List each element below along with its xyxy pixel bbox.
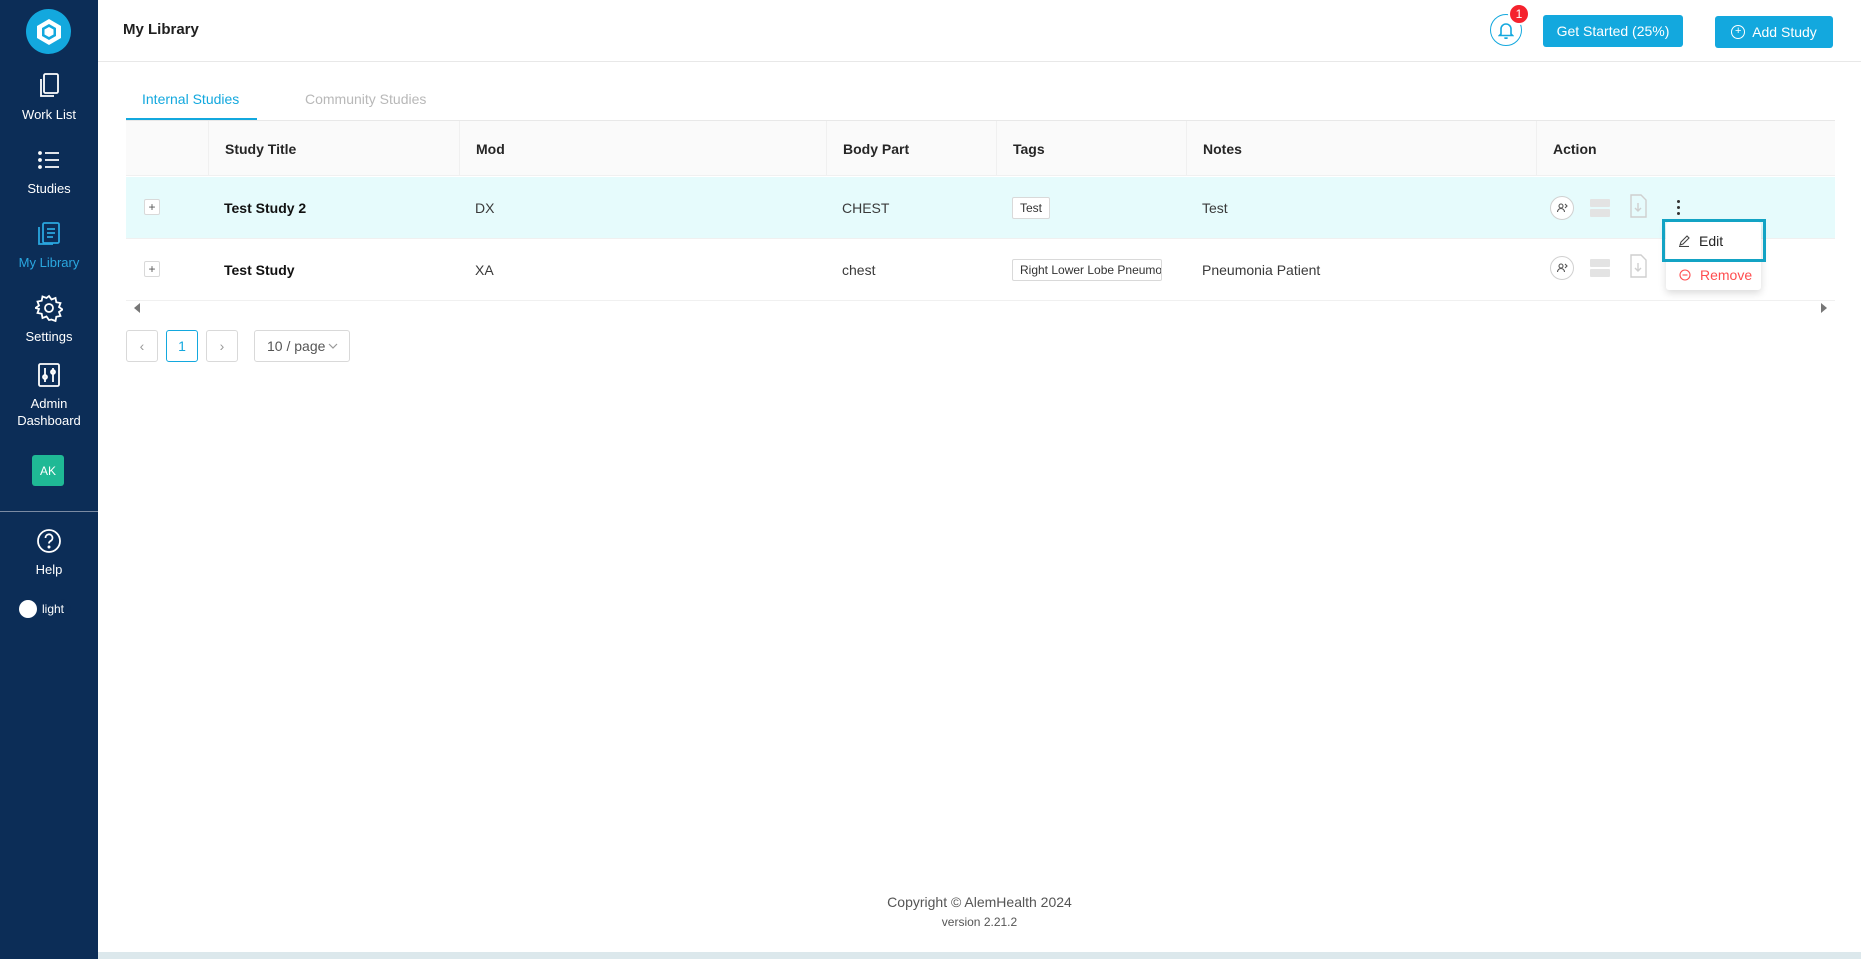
sidebar-item-studies[interactable]: Studies <box>0 146 98 197</box>
tab-internal-studies[interactable]: Internal Studies <box>142 91 239 107</box>
table-row[interactable]: + Test Study XA chest Right Lower Lobe P… <box>126 239 1835 301</box>
page-size-value: 10 / page <box>267 338 326 354</box>
table-row[interactable]: + Test Study 2 DX CHEST Test Test <box>126 177 1835 239</box>
chevron-down-icon <box>328 343 338 349</box>
tag: Test <box>1012 197 1051 219</box>
sidebar: Work List Studies My Library Settings Ad… <box>0 0 98 959</box>
download-button[interactable] <box>1626 254 1650 278</box>
edit-menu-item[interactable]: Edit <box>1662 219 1766 262</box>
theme-label: light <box>42 602 65 616</box>
server-button[interactable] <box>1588 196 1612 220</box>
server-icon <box>1590 199 1610 217</box>
study-title-cell: Test Study <box>224 262 295 278</box>
copy-icon <box>37 72 61 100</box>
sidebar-item-work-list[interactable]: Work List <box>0 72 98 123</box>
active-tab-indicator <box>126 118 257 120</box>
sidebar-divider <box>0 511 98 512</box>
header: My Library 1 Get Started (25%) + Add Stu… <box>98 0 1861 62</box>
download-button[interactable] <box>1626 194 1650 218</box>
page-number-button[interactable]: 1 <box>166 330 198 362</box>
notes-cell: Pneumonia Patient <box>1202 262 1321 278</box>
remove-menu-item[interactable]: Remove <box>1666 260 1761 290</box>
more-actions-button[interactable] <box>1673 195 1683 219</box>
library-icon <box>36 220 62 248</box>
avatar[interactable]: AK <box>32 455 64 486</box>
next-page-button[interactable]: › <box>206 330 238 362</box>
add-study-label: Add Study <box>1752 24 1817 40</box>
bottom-bar <box>98 952 1861 959</box>
mod-cell: XA <box>475 262 494 278</box>
column-header-study-title[interactable]: Study Title <box>208 121 459 176</box>
tag: Right Lower Lobe Pneumonia <box>1012 259 1162 281</box>
sidebar-item-label: Help <box>35 562 63 577</box>
column-header-notes[interactable]: Notes <box>1186 121 1536 176</box>
gear-icon <box>35 294 63 322</box>
horizontal-scrollbar[interactable] <box>126 300 1835 316</box>
sliders-icon <box>37 361 61 389</box>
sidebar-item-my-library[interactable]: My Library <box>0 220 98 271</box>
sidebar-item-label: Settings <box>25 329 73 344</box>
chevron-left-icon: ‹ <box>139 338 145 354</box>
add-study-button[interactable]: + Add Study <box>1715 16 1833 48</box>
body-part-cell: chest <box>842 262 876 278</box>
minus-circle-icon <box>1679 269 1692 281</box>
bell-icon <box>1498 23 1514 39</box>
body-part-cell: CHEST <box>842 200 890 216</box>
tab-community-studies[interactable]: Community Studies <box>305 91 426 107</box>
user-share-icon <box>1556 263 1568 273</box>
column-header-action: Action <box>1536 121 1835 176</box>
help-icon <box>36 527 62 555</box>
row-actions-menu: Edit Remove <box>1662 219 1766 290</box>
library-tabs: Internal Studies Community Studies <box>126 80 1835 121</box>
scroll-right-icon[interactable] <box>1821 303 1827 313</box>
share-user-button[interactable] <box>1550 196 1574 220</box>
get-started-button[interactable]: Get Started (25%) <box>1543 15 1683 47</box>
sidebar-item-label: My Library <box>18 255 80 270</box>
hexagon-logo-icon <box>36 18 61 45</box>
prev-page-button[interactable]: ‹ <box>126 330 158 362</box>
list-icon <box>37 146 61 174</box>
sidebar-item-admin-dashboard[interactable]: Admin Dashboard <box>0 361 98 429</box>
sidebar-item-help[interactable]: Help <box>0 527 98 578</box>
toggle-knob <box>19 600 37 618</box>
version-text: version 2.21.2 <box>941 915 1018 929</box>
user-share-icon <box>1556 203 1568 213</box>
expand-row-button[interactable]: + <box>144 261 160 277</box>
mod-cell: DX <box>475 200 495 216</box>
copyright-text: Copyright © AlemHealth 2024 <box>887 894 1072 910</box>
sidebar-item-label: Work List <box>22 107 76 122</box>
theme-toggle[interactable]: light <box>19 599 71 619</box>
notes-cell: Test <box>1202 200 1228 216</box>
sidebar-item-settings[interactable]: Settings <box>0 294 98 345</box>
column-header-mod[interactable]: Mod <box>459 121 826 176</box>
page-size-select[interactable]: 10 / page <box>254 330 350 362</box>
table-header: Study Title Mod Body Part Tags Notes Act… <box>126 121 1835 176</box>
expand-row-button[interactable]: + <box>144 199 160 215</box>
app-logo[interactable] <box>26 9 71 54</box>
file-download-icon <box>1630 254 1647 278</box>
share-user-button[interactable] <box>1550 256 1574 280</box>
edit-icon <box>1678 234 1691 247</box>
file-download-icon <box>1630 194 1647 218</box>
plus-circle-icon: + <box>1731 25 1746 39</box>
server-icon <box>1590 259 1610 277</box>
study-title-cell: Test Study 2 <box>224 200 307 216</box>
scroll-left-icon[interactable] <box>134 303 140 313</box>
edit-label: Edit <box>1699 232 1724 249</box>
chevron-right-icon: › <box>219 338 225 354</box>
column-header-tags[interactable]: Tags <box>996 121 1186 176</box>
server-button[interactable] <box>1588 256 1612 280</box>
sidebar-item-label: Admin Dashboard <box>17 396 81 428</box>
tags-cell: Right Lower Lobe Pneumonia <box>996 239 1162 301</box>
expand-column-header <box>126 121 208 176</box>
remove-label: Remove <box>1700 267 1753 283</box>
column-header-body-part[interactable]: Body Part <box>826 121 996 176</box>
sidebar-item-label: Studies <box>27 181 71 196</box>
page-title: My Library <box>123 21 199 38</box>
tags-cell: Test <box>996 177 1051 239</box>
notification-badge: 1 <box>1508 3 1530 25</box>
